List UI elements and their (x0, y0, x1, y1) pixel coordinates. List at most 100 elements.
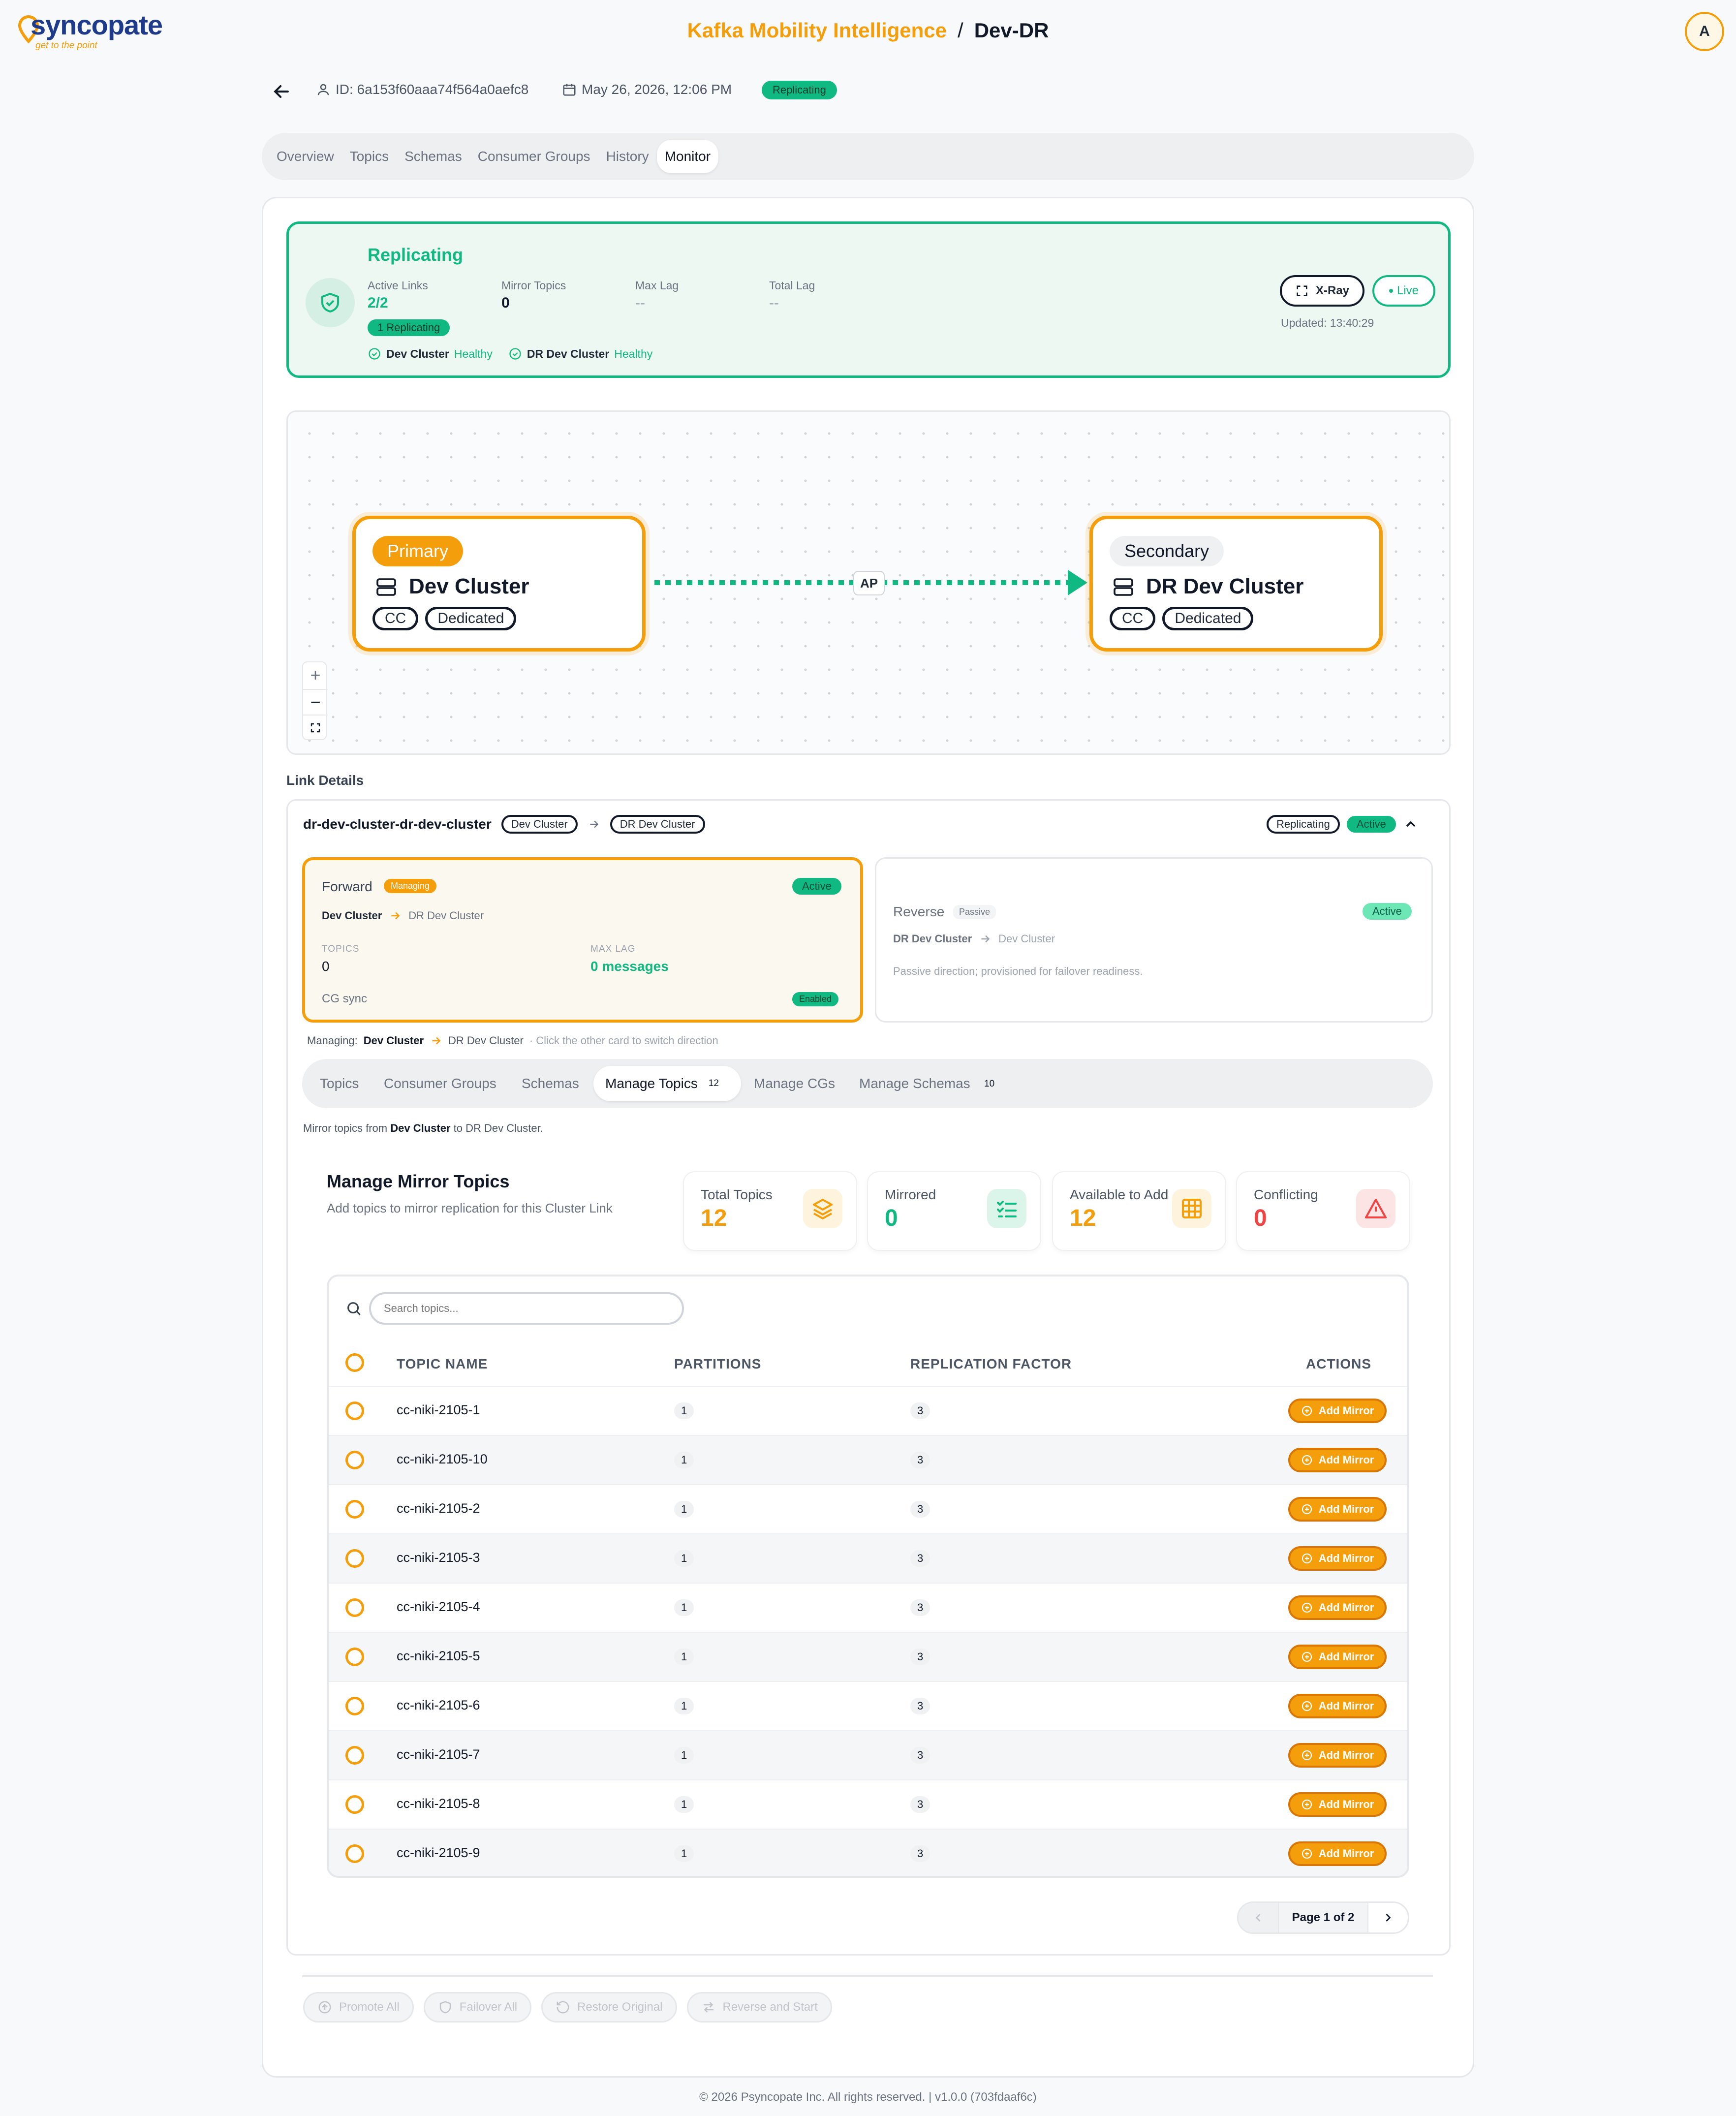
row-select-checkbox[interactable] (345, 1795, 364, 1814)
avatar[interactable]: A (1685, 12, 1724, 51)
add-mirror-button[interactable]: Add Mirror (1288, 1595, 1387, 1620)
add-mirror-button[interactable]: Add Mirror (1288, 1448, 1387, 1472)
add-mirror-button[interactable]: Add Mirror (1288, 1497, 1387, 1522)
partitions-value: 1 (674, 1698, 694, 1714)
mirror-desc-mid: to (450, 1122, 466, 1134)
table-row[interactable]: cc-niki-2105-2 1 3 Add Mirror (329, 1484, 1407, 1533)
max-lag-value: -- (635, 295, 645, 311)
mirror-desc-prefix: Mirror topics from (303, 1122, 391, 1134)
primary-role-tag: Primary (372, 536, 463, 566)
row-select-checkbox[interactable] (345, 1746, 364, 1765)
select-all-checkbox[interactable] (345, 1353, 364, 1372)
max-lag-label: Max Lag (635, 279, 679, 292)
reverse-from: DR Dev Cluster (893, 933, 972, 945)
xray-button[interactable]: X-Ray (1280, 275, 1364, 307)
add-mirror-button[interactable]: Add Mirror (1288, 1743, 1387, 1768)
plus-circle-icon (1302, 1455, 1312, 1465)
plus-circle-icon (1302, 1553, 1312, 1564)
subtab-consumer-groups[interactable]: Consumer Groups (384, 1076, 496, 1091)
secondary-cluster-name: DR Dev Cluster (1146, 574, 1304, 598)
row-select-checkbox[interactable] (345, 1697, 364, 1715)
topic-name: cc-niki-2105-5 (397, 1649, 480, 1663)
add-mirror-button[interactable]: Add Mirror (1288, 1792, 1387, 1817)
row-select-checkbox[interactable] (345, 1598, 364, 1617)
primary-cluster-node[interactable]: Primary Dev Cluster CC Dedicated (352, 516, 646, 652)
row-select-checkbox[interactable] (345, 1401, 364, 1420)
rotate-ccw-icon (557, 2001, 569, 2014)
add-mirror-button[interactable]: Add Mirror (1288, 1546, 1387, 1571)
tab-topics[interactable]: Topics (342, 140, 397, 173)
table-row[interactable]: cc-niki-2105-7 1 3 Add Mirror (329, 1730, 1407, 1779)
arrow-up-circle-icon (318, 2001, 331, 2014)
max-lag-label-fwd: MAX LAG (590, 944, 636, 954)
tab-overview[interactable]: Overview (269, 140, 342, 173)
add-mirror-button[interactable]: Add Mirror (1288, 1645, 1387, 1669)
zoom-out-button[interactable]: − (303, 689, 328, 715)
table-row[interactable]: cc-niki-2105-8 1 3 Add Mirror (329, 1779, 1407, 1829)
reverse-direction-card[interactable]: Reverse Passive Active DR Dev Cluster De… (875, 857, 1433, 1023)
link-header[interactable]: dr-dev-cluster-dr-dev-cluster Dev Cluste… (303, 815, 705, 834)
add-mirror-button[interactable]: Add Mirror (1288, 1694, 1387, 1718)
restore-original-button[interactable]: Restore Original (541, 1992, 677, 2023)
add-mirror-label: Add Mirror (1318, 1847, 1374, 1860)
add-mirror-button[interactable]: Add Mirror (1288, 1399, 1387, 1423)
forward-active-badge: Active (792, 878, 841, 895)
col-replication-factor[interactable]: REPLICATION FACTOR (910, 1356, 1072, 1372)
row-select-checkbox[interactable] (345, 1500, 364, 1519)
search-input[interactable] (369, 1292, 684, 1325)
replicating-count-badge: 1 Replicating (368, 319, 450, 336)
promote-all-button[interactable]: Promote All (303, 1992, 414, 2023)
secondary-cluster-node[interactable]: Secondary DR Dev Cluster CC Dedicated (1089, 516, 1383, 652)
tab-history[interactable]: History (598, 140, 657, 173)
table-row[interactable]: cc-niki-2105-5 1 3 Add Mirror (329, 1632, 1407, 1681)
partitions-value: 1 (674, 1550, 694, 1567)
tab-monitor[interactable]: Monitor (656, 140, 719, 173)
manage-title: Manage Mirror Topics (327, 1171, 510, 1191)
add-mirror-label: Add Mirror (1318, 1749, 1374, 1761)
fit-view-button[interactable] (303, 715, 328, 740)
topics-value: 0 (322, 959, 330, 974)
max-lag-value-fwd: 0 messages (590, 959, 669, 974)
table-row[interactable]: cc-niki-2105-10 1 3 Add Mirror (329, 1435, 1407, 1484)
chevron-up-icon[interactable] (1403, 816, 1419, 832)
row-select-checkbox[interactable] (345, 1451, 364, 1469)
managing-badge: Managing (384, 879, 437, 893)
table-row[interactable]: cc-niki-2105-6 1 3 Add Mirror (329, 1681, 1407, 1730)
next-page-button[interactable] (1368, 1903, 1408, 1932)
failover-all-button[interactable]: Failover All (423, 1992, 532, 2023)
col-topic-name[interactable]: TOPIC NAME (397, 1356, 488, 1372)
add-mirror-label: Add Mirror (1318, 1650, 1374, 1663)
table-row[interactable]: cc-niki-2105-4 1 3 Add Mirror (329, 1583, 1407, 1632)
col-partitions[interactable]: PARTITIONS (674, 1356, 761, 1372)
add-mirror-button[interactable]: Add Mirror (1288, 1841, 1387, 1866)
row-select-checkbox[interactable] (345, 1648, 364, 1666)
tab-consumer-groups[interactable]: Consumer Groups (470, 140, 598, 173)
subtab-topics[interactable]: Topics (320, 1076, 359, 1091)
subtab-manage-cgs[interactable]: Manage CGs (754, 1076, 835, 1091)
table-row[interactable]: cc-niki-2105-9 1 3 Add Mirror (329, 1829, 1407, 1876)
table-row[interactable]: cc-niki-2105-3 1 3 Add Mirror (329, 1533, 1407, 1583)
table-row[interactable]: cc-niki-2105-1 1 3 Add Mirror (329, 1386, 1407, 1435)
reverse-and-start-button[interactable]: Reverse and Start (686, 1992, 832, 2023)
user-icon (317, 84, 329, 95)
prev-page-button[interactable] (1239, 1903, 1278, 1932)
zoom-in-button[interactable]: + (303, 662, 328, 688)
arrow-right-icon (391, 912, 400, 920)
row-select-checkbox[interactable] (345, 1549, 364, 1568)
live-toggle[interactable]: Live (1372, 275, 1435, 307)
add-mirror-label: Add Mirror (1318, 1700, 1374, 1712)
row-select-checkbox[interactable] (345, 1844, 364, 1863)
back-button[interactable] (271, 81, 292, 102)
project-name[interactable]: Kafka Mobility Intelligence (687, 19, 947, 42)
check-circle-icon (509, 348, 521, 360)
stat-value: 12 (1070, 1205, 1096, 1231)
forward-direction-card[interactable]: Forward Managing Active Dev Cluster DR D… (302, 857, 863, 1023)
add-mirror-label: Add Mirror (1318, 1552, 1374, 1564)
subtab-manage-topics[interactable]: Manage Topics 12 (593, 1066, 741, 1101)
tab-schemas[interactable]: Schemas (397, 140, 470, 173)
link-sub-tabs: Topics Consumer Groups Schemas Manage To… (302, 1059, 1433, 1108)
server-icon (376, 578, 396, 596)
subtab-schemas[interactable]: Schemas (522, 1076, 579, 1091)
active-links-label: Active Links (368, 279, 428, 292)
subtab-manage-schemas[interactable]: Manage Schemas (859, 1076, 970, 1091)
